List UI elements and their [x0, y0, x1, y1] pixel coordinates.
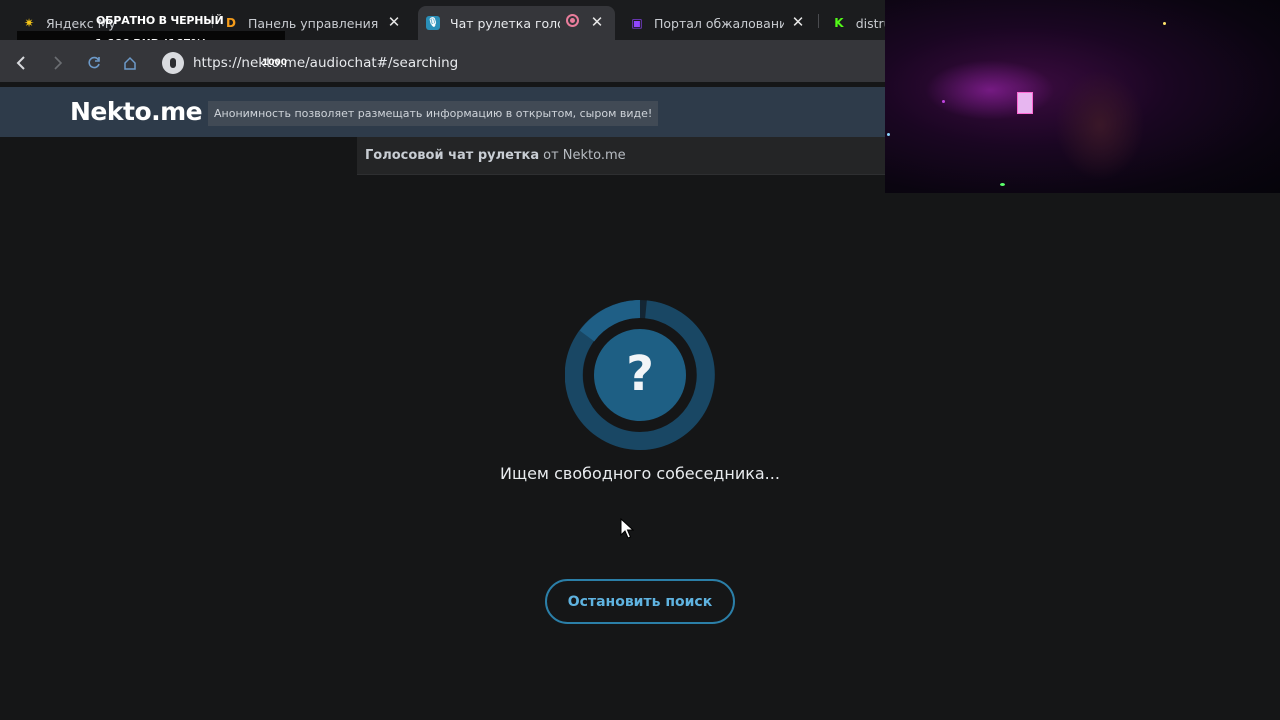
site-logo[interactable]: Nekto.me — [70, 97, 203, 126]
search-status: Ищем свободного собеседника... — [500, 464, 780, 483]
address-bar[interactable]: https://nekto.me/audiochat#/searching — [193, 55, 458, 71]
subtitle-bold: Голосовой чат рулетка — [365, 148, 540, 163]
url-overlay-label: 1000 — [262, 58, 288, 68]
close-icon[interactable]: ✕ — [790, 14, 806, 30]
forward-icon[interactable] — [49, 54, 67, 72]
close-icon[interactable]: ✕ — [589, 14, 605, 30]
tab-title: distru — [855, 15, 885, 31]
microphone-icon: 🎙 — [426, 16, 440, 30]
site-permission-icon[interactable] — [162, 52, 184, 74]
stream-caption: ОБРАТНО В ЧЕРНЫЙ — [96, 14, 224, 27]
stop-search-button[interactable]: Остановить поиск — [545, 579, 735, 624]
subtitle-rest: от Nekto.me — [543, 148, 626, 163]
reload-icon[interactable] — [85, 54, 103, 72]
tab-separator — [818, 14, 819, 28]
question-mark-icon: ? — [626, 346, 654, 402]
mouse-cursor-icon — [620, 517, 635, 544]
tab-twitch-appeals[interactable]: ▣ Портал обжалования - ✕ — [620, 6, 816, 40]
home-icon[interactable] — [121, 54, 139, 72]
kick-icon: K — [834, 16, 844, 30]
recording-icon — [566, 14, 579, 27]
tab-audiochat[interactable]: 🎙 Чат рулетка голосо ✕ — [418, 6, 615, 40]
page-subtitle: Голосовой чат рулетка от Nekto.me — [357, 137, 885, 175]
donationalerts-icon: D — [226, 16, 236, 30]
tab-title: Чат рулетка голосо — [450, 15, 560, 31]
searching-spinner: ? — [564, 299, 715, 450]
tab-kick[interactable]: K distru — [822, 6, 885, 40]
sun-icon: ✷ — [23, 16, 35, 30]
back-icon[interactable] — [12, 54, 30, 72]
webcam-overlay — [885, 0, 1280, 193]
tab-title: Портал обжалования - — [654, 15, 784, 31]
close-icon[interactable]: ✕ — [386, 14, 402, 30]
site-slogan: Анонимность позволяет размещать информац… — [208, 101, 659, 126]
browser-window: ✷ Яндекс Музыка D Панель управления - D … — [0, 0, 1280, 720]
tab-title: Панель управления - D — [248, 15, 378, 31]
twitch-icon: ▣ — [631, 16, 643, 30]
